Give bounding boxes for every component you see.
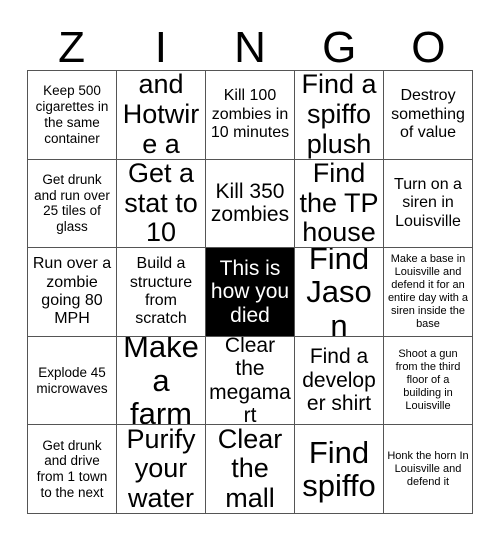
bingo-cell-label: Make a farm bbox=[123, 336, 199, 426]
bingo-cell-label: Honk the horn In Louisville and defend i… bbox=[387, 449, 469, 488]
bingo-cell[interactable]: Find a spiffo plush bbox=[295, 71, 384, 160]
bingo-cell-marked[interactable]: This is how you died bbox=[206, 248, 295, 337]
bingo-cell-label: Explode 45 microwaves bbox=[36, 364, 108, 396]
bingo-cell-label: Purify your water bbox=[126, 425, 196, 514]
bingo-cell[interactable]: Make a base in Louisville and defend it … bbox=[384, 248, 473, 337]
bingo-cell-label: Get drunk and run over 25 tiles of glass bbox=[34, 171, 110, 235]
bingo-cell-label: Shoot a gun from the third floor of a bu… bbox=[395, 348, 461, 413]
bingo-cell-label: Clear the mall bbox=[217, 425, 283, 514]
bingo-cell[interactable]: Clear the megamart bbox=[206, 336, 295, 426]
bingo-cell-label: Find Jason bbox=[306, 248, 372, 337]
header-letter-z: Z bbox=[58, 23, 86, 72]
bingo-cell[interactable]: Get drunk and drive from 1 town to the n… bbox=[28, 425, 117, 514]
bingo-cell-label: Build a structure from scratch bbox=[129, 255, 193, 328]
bingo-cell[interactable]: Keep 500 cigarettes in the same containe… bbox=[28, 71, 117, 160]
bingo-cell[interactable]: Shoot a gun from the third floor of a bu… bbox=[384, 336, 473, 426]
bingo-cell[interactable]: Find spiffo bbox=[295, 425, 384, 514]
bingo-cell-label: Find a spiffo plush bbox=[301, 71, 377, 159]
bingo-cell-label: Destroy something of value bbox=[391, 87, 465, 141]
header-letter-n: N bbox=[234, 23, 266, 72]
bingo-cell[interactable]: Find and Hotwire a car bbox=[117, 71, 206, 160]
bingo-cell-label: Get a stat to 10 bbox=[124, 159, 198, 248]
bingo-cell-label: Run over a zombie going 80 MPH bbox=[32, 255, 112, 328]
bingo-cell-label: Get drunk and drive from 1 town to the n… bbox=[36, 437, 108, 500]
bingo-cell-label: Kill 350 zombies bbox=[210, 179, 290, 227]
bingo-cell-label: Find the TP house bbox=[299, 159, 379, 248]
bingo-cell-label: Turn on a siren in Louisville bbox=[394, 175, 462, 230]
bingo-cell[interactable]: Explode 45 microwaves bbox=[28, 336, 117, 426]
bingo-cell-label: This is how you died bbox=[210, 256, 290, 327]
bingo-cell[interactable]: Purify your water bbox=[117, 425, 206, 514]
bingo-cell-label: Kill 100 zombies in 10 minutes bbox=[210, 87, 290, 141]
bingo-cell[interactable]: Run over a zombie going 80 MPH bbox=[28, 248, 117, 337]
header-letter-o: O bbox=[411, 23, 446, 72]
header-letter-i: I bbox=[154, 23, 167, 72]
bingo-cell[interactable]: Build a structure from scratch bbox=[117, 248, 206, 337]
bingo-cell[interactable]: Make a farm bbox=[117, 336, 206, 426]
bingo-cell[interactable]: Turn on a siren in Louisville bbox=[384, 159, 473, 249]
bingo-cell[interactable]: Find Jason bbox=[295, 248, 384, 337]
bingo-cell[interactable]: Get drunk and run over 25 tiles of glass bbox=[28, 159, 117, 249]
bingo-cell-label: Keep 500 cigarettes in the same containe… bbox=[35, 83, 109, 146]
bingo-header-letters: Z I N G O bbox=[27, 14, 473, 70]
bingo-cell-label: Clear the megamart bbox=[209, 336, 291, 426]
bingo-cell[interactable]: Destroy something of value bbox=[384, 71, 473, 160]
bingo-cell[interactable]: Clear the mall bbox=[206, 425, 295, 514]
bingo-cell[interactable]: Kill 350 zombies bbox=[206, 159, 295, 249]
bingo-cell-label: Make a base in Louisville and defend it … bbox=[387, 253, 469, 330]
bingo-cell[interactable]: Get a stat to 10 bbox=[117, 159, 206, 249]
bingo-cell-label: Find spiffo bbox=[302, 434, 376, 504]
bingo-card: Z I N G O Keep 500 cigarettes in the sam… bbox=[0, 0, 500, 544]
header-letter-g: G bbox=[322, 23, 357, 72]
bingo-cell[interactable]: Honk the horn In Louisville and defend i… bbox=[384, 425, 473, 514]
bingo-cell[interactable]: Kill 100 zombies in 10 minutes bbox=[206, 71, 295, 160]
bingo-cell-label: Find a developer shirt bbox=[302, 345, 376, 416]
bingo-grid: Keep 500 cigarettes in the same containe… bbox=[27, 70, 473, 514]
bingo-cell[interactable]: Find the TP house bbox=[295, 159, 384, 249]
bingo-cell-label: Find and Hotwire a car bbox=[122, 71, 200, 159]
bingo-cell[interactable]: Find a developer shirt bbox=[295, 336, 384, 426]
